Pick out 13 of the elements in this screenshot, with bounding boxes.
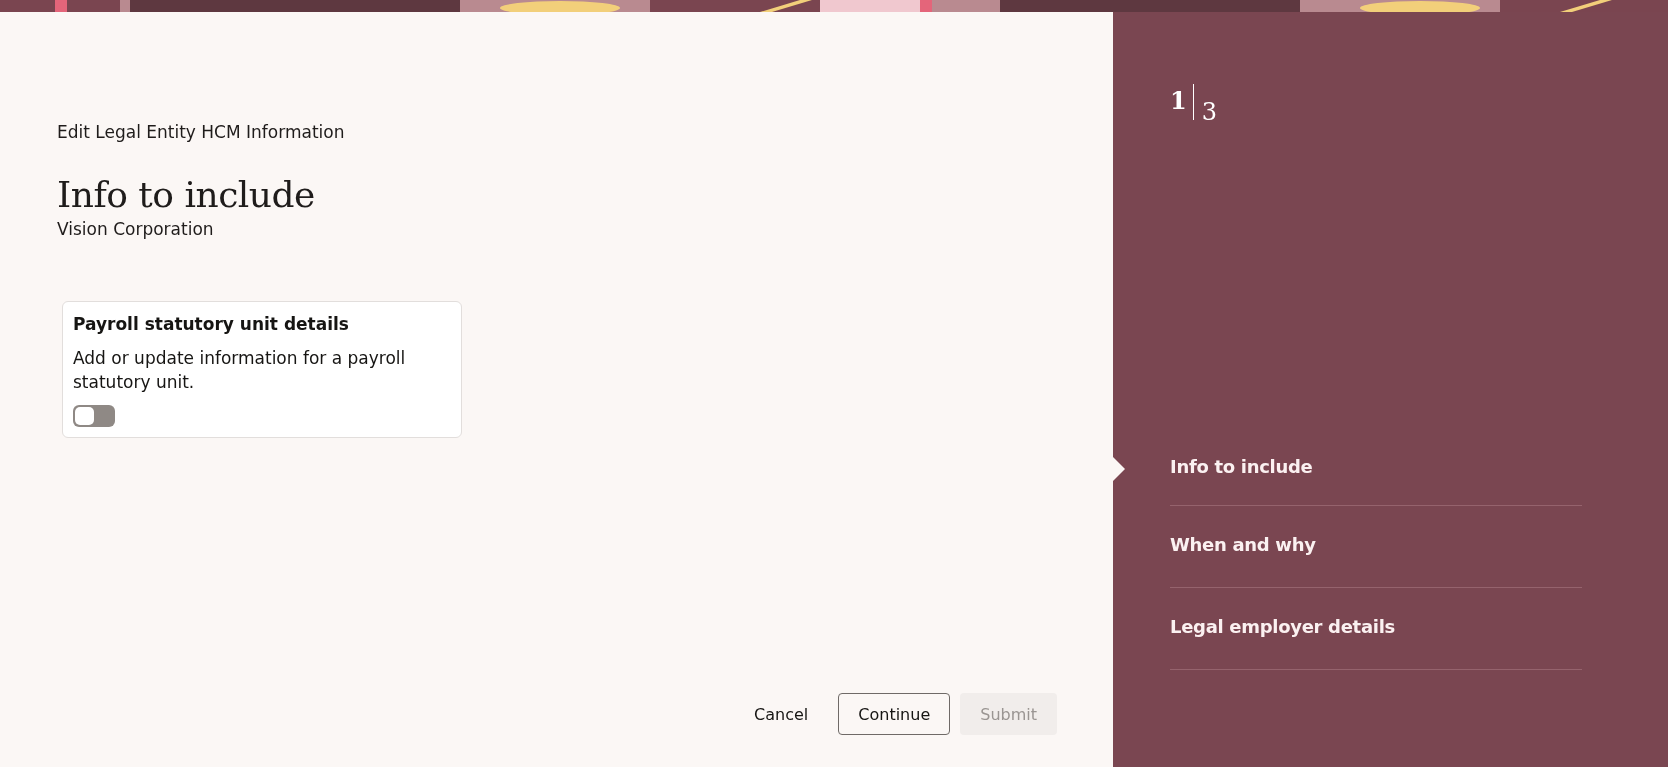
current-step-number: 1 (1170, 86, 1187, 115)
card-description: Add or update information for a payroll statutory unit. (73, 347, 407, 394)
step-item[interactable]: When and why (1170, 534, 1316, 555)
action-button[interactable]: Continue (838, 693, 951, 735)
step-item[interactable]: Info to include (1170, 456, 1313, 477)
card-title: Payroll statutory unit details (73, 314, 350, 334)
page-subtitle: Vision Corporation (57, 219, 215, 239)
toggle-switch[interactable] (73, 405, 115, 427)
action-button[interactable]: Cancel (734, 693, 829, 735)
page-title: Info to include (57, 174, 316, 215)
step-item[interactable]: Legal employer details (1170, 616, 1395, 637)
total-steps-number: 3 (1201, 98, 1217, 126)
task-title: Edit Legal Entity HCM Information (57, 122, 346, 142)
